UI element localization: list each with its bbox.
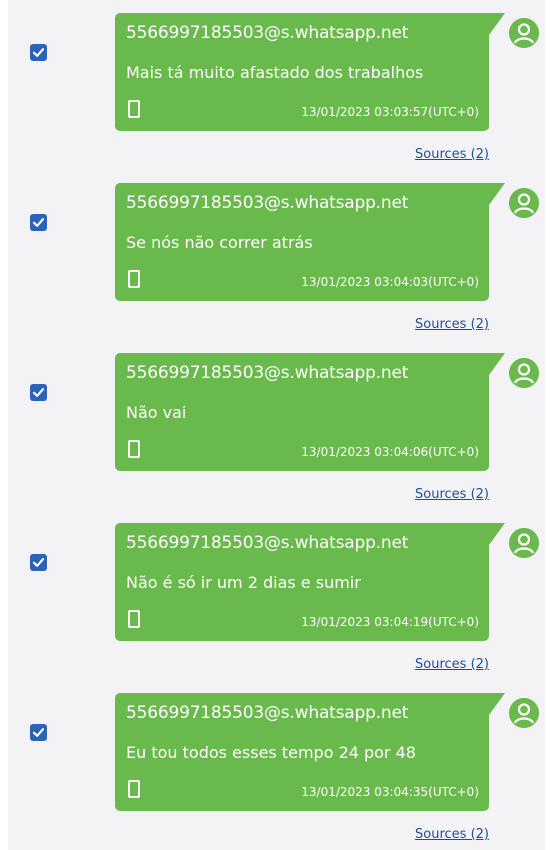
message-checkbox[interactable] bbox=[30, 214, 47, 231]
message-text: Se nós não correr atrás bbox=[126, 233, 313, 252]
user-avatar-icon bbox=[509, 358, 539, 388]
checkmark-icon bbox=[32, 728, 45, 737]
bubble-tail bbox=[489, 183, 505, 205]
message-timestamp: 13/01/2023 03:04:35(UTC+0) bbox=[301, 785, 479, 799]
checkmark-icon bbox=[32, 48, 45, 57]
message-checkbox[interactable] bbox=[30, 44, 47, 61]
user-avatar-icon bbox=[509, 528, 539, 558]
message-checkbox[interactable] bbox=[30, 384, 47, 401]
message-timestamp: 13/01/2023 03:03:57(UTC+0) bbox=[301, 105, 479, 119]
message-row: 5566997185503@s.whatsapp.net Não é só ir… bbox=[8, 510, 545, 680]
message-timestamp: 13/01/2023 03:04:06(UTC+0) bbox=[301, 445, 479, 459]
user-avatar-icon bbox=[509, 18, 539, 48]
message-text: Mais tá muito afastado dos trabalhos bbox=[126, 63, 424, 82]
message-row: 5566997185503@s.whatsapp.net Eu tou todo… bbox=[8, 680, 545, 850]
phone-icon bbox=[128, 780, 140, 798]
user-avatar-icon bbox=[509, 188, 539, 218]
message-row: 5566997185503@s.whatsapp.net Se nós não … bbox=[8, 170, 545, 340]
checkmark-icon bbox=[32, 558, 45, 567]
checkmark-icon bbox=[32, 388, 45, 397]
message-row: 5566997185503@s.whatsapp.net Mais tá mui… bbox=[8, 0, 545, 170]
user-avatar-icon bbox=[509, 698, 539, 728]
phone-icon bbox=[128, 440, 140, 458]
message-text: Não é só ir um 2 dias e sumir bbox=[126, 573, 361, 592]
sources-link[interactable]: Sources (2) bbox=[415, 487, 489, 502]
message-checkbox[interactable] bbox=[30, 724, 47, 741]
message-timestamp: 13/01/2023 03:04:19(UTC+0) bbox=[301, 615, 479, 629]
sources-link[interactable]: Sources (2) bbox=[415, 657, 489, 672]
message-sender: 5566997185503@s.whatsapp.net bbox=[126, 23, 409, 43]
message-sender: 5566997185503@s.whatsapp.net bbox=[126, 533, 409, 553]
message-row: 5566997185503@s.whatsapp.net Não vai 13/… bbox=[8, 340, 545, 510]
phone-icon bbox=[128, 610, 140, 628]
sources-link[interactable]: Sources (2) bbox=[415, 827, 489, 842]
message-timestamp: 13/01/2023 03:04:03(UTC+0) bbox=[301, 275, 479, 289]
phone-icon bbox=[128, 100, 140, 118]
phone-icon bbox=[128, 270, 140, 288]
message-bubble: 5566997185503@s.whatsapp.net Não é só ir… bbox=[115, 523, 505, 641]
message-sender: 5566997185503@s.whatsapp.net bbox=[126, 363, 409, 383]
bubble-tail bbox=[489, 353, 505, 375]
message-sender: 5566997185503@s.whatsapp.net bbox=[126, 193, 409, 213]
sources-link[interactable]: Sources (2) bbox=[415, 147, 489, 162]
message-list: 5566997185503@s.whatsapp.net Mais tá mui… bbox=[8, 0, 545, 850]
message-bubble: 5566997185503@s.whatsapp.net Eu tou todo… bbox=[115, 693, 505, 811]
bubble-tail bbox=[489, 13, 505, 35]
bubble-tail bbox=[489, 523, 505, 545]
sources-link[interactable]: Sources (2) bbox=[415, 317, 489, 332]
message-text: Não vai bbox=[126, 403, 187, 422]
message-checkbox[interactable] bbox=[30, 554, 47, 571]
message-sender: 5566997185503@s.whatsapp.net bbox=[126, 703, 409, 723]
message-bubble: 5566997185503@s.whatsapp.net Não vai 13/… bbox=[115, 353, 505, 471]
message-bubble: 5566997185503@s.whatsapp.net Mais tá mui… bbox=[115, 13, 505, 131]
checkmark-icon bbox=[32, 218, 45, 227]
message-bubble: 5566997185503@s.whatsapp.net Se nós não … bbox=[115, 183, 505, 301]
bubble-tail bbox=[489, 693, 505, 715]
message-text: Eu tou todos esses tempo 24 por 48 bbox=[126, 743, 416, 762]
